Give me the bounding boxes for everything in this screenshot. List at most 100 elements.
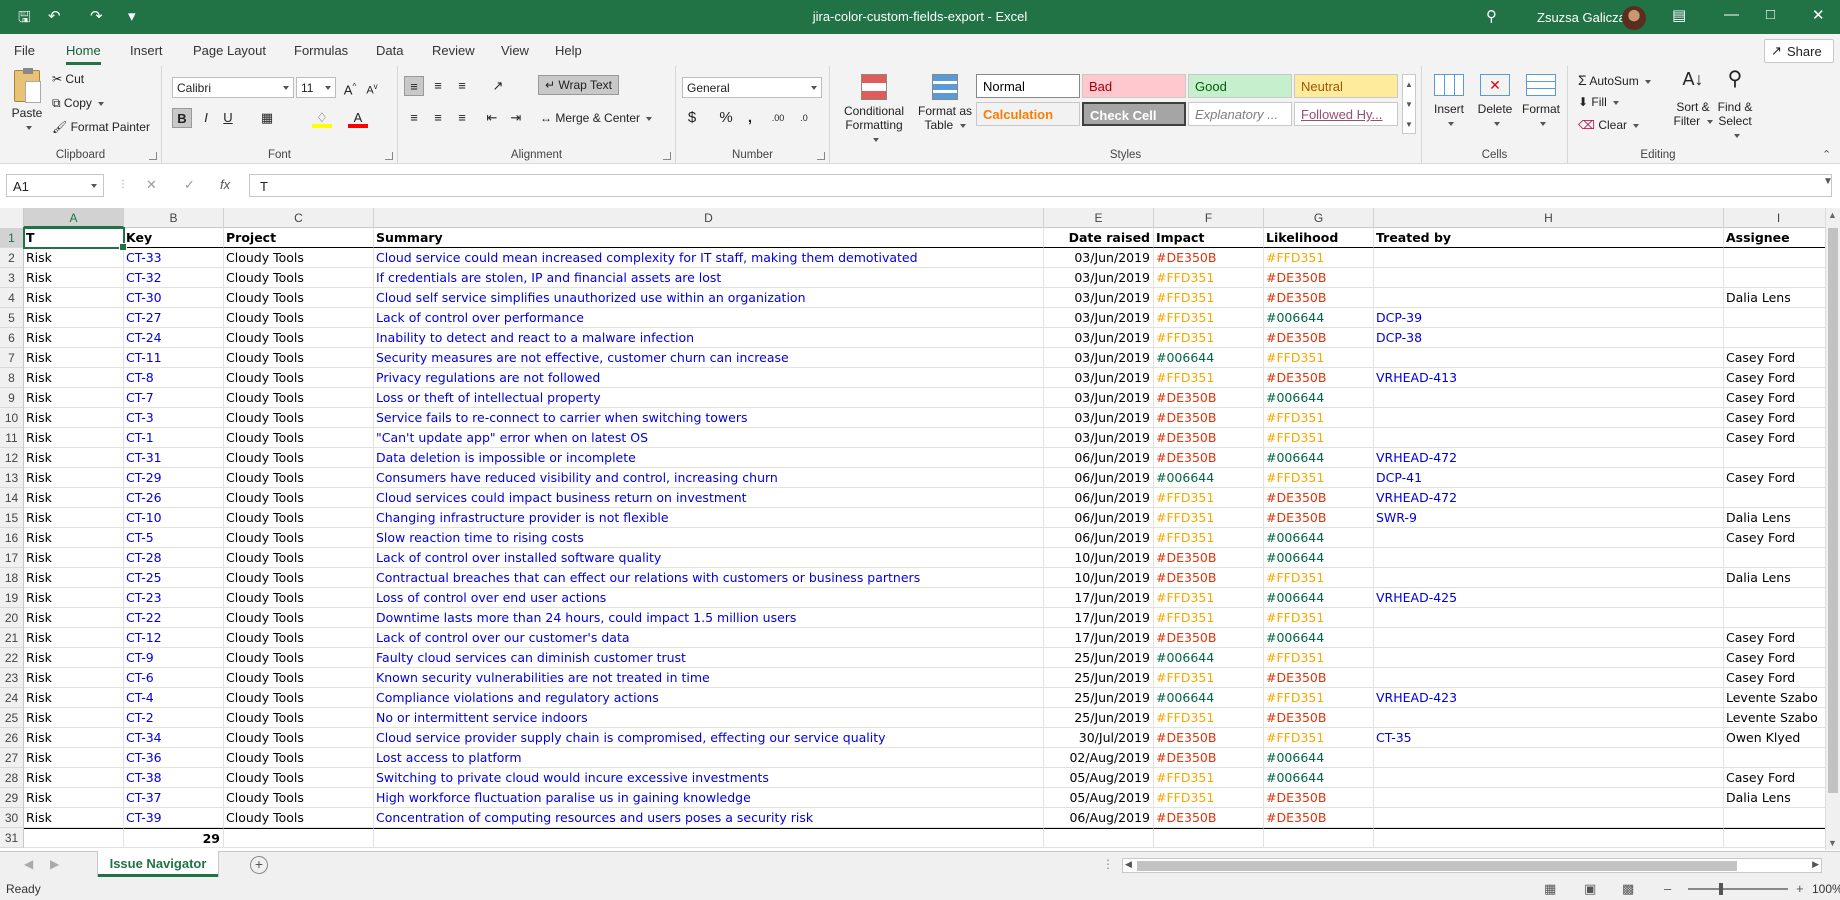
- row-header[interactable]: 14: [0, 488, 24, 508]
- cell-d[interactable]: Cloud services could impact business ret…: [374, 488, 1044, 508]
- row-header[interactable]: 5: [0, 308, 24, 328]
- cell-b[interactable]: CT-30: [124, 288, 224, 308]
- cell-a[interactable]: Risk: [24, 288, 124, 308]
- cell-h[interactable]: [1374, 608, 1724, 628]
- cell-e[interactable]: 03/Jun/2019: [1044, 348, 1154, 368]
- insert-function-icon[interactable]: fx: [220, 177, 230, 192]
- cell-d[interactable]: Inability to detect and react to a malwa…: [374, 328, 1044, 348]
- cell-e[interactable]: 03/Jun/2019: [1044, 428, 1154, 448]
- cell-c[interactable]: [224, 828, 374, 848]
- row-header[interactable]: 1: [0, 228, 24, 248]
- cell-e[interactable]: 06/Jun/2019: [1044, 508, 1154, 528]
- cell-h[interactable]: [1374, 768, 1724, 788]
- header-cell-d[interactable]: Summary: [374, 228, 1044, 248]
- cell-c[interactable]: Cloudy Tools: [224, 728, 374, 748]
- font-name-select[interactable]: Calibri: [172, 77, 294, 98]
- cell-c[interactable]: Cloudy Tools: [224, 468, 374, 488]
- row-header[interactable]: 19: [0, 588, 24, 608]
- cell-h[interactable]: DCP-38: [1374, 328, 1724, 348]
- cell-i[interactable]: Casey Ford: [1724, 768, 1825, 788]
- cell-g[interactable]: #FFD351: [1264, 728, 1374, 748]
- add-sheet-icon[interactable]: +: [250, 856, 268, 874]
- cell-b[interactable]: CT-6: [124, 668, 224, 688]
- row-header[interactable]: 24: [0, 688, 24, 708]
- cell-c[interactable]: Cloudy Tools: [224, 788, 374, 808]
- cell-i[interactable]: [1724, 268, 1825, 288]
- cell-a[interactable]: Risk: [24, 388, 124, 408]
- cell-b[interactable]: CT-9: [124, 648, 224, 668]
- cell-c[interactable]: Cloudy Tools: [224, 748, 374, 768]
- cell-b[interactable]: CT-10: [124, 508, 224, 528]
- cell-f[interactable]: #DE350B: [1154, 548, 1264, 568]
- cell-style-4[interactable]: Calculation: [976, 102, 1080, 126]
- cell-d[interactable]: Cloud self service simplifies unauthoriz…: [374, 288, 1044, 308]
- scroll-down-icon[interactable]: ▼: [1828, 838, 1837, 848]
- cell-f[interactable]: #DE350B: [1154, 248, 1264, 268]
- cell-b[interactable]: CT-11: [124, 348, 224, 368]
- cell-a[interactable]: Risk: [24, 368, 124, 388]
- cell-a[interactable]: Risk: [24, 268, 124, 288]
- cell-c[interactable]: Cloudy Tools: [224, 368, 374, 388]
- tab-home[interactable]: Home: [66, 43, 101, 65]
- user-name[interactable]: Zsuzsa Galicza: [1537, 10, 1626, 25]
- cell-h[interactable]: CT-35: [1374, 728, 1724, 748]
- cell-i[interactable]: Casey Ford: [1724, 348, 1825, 368]
- cell-f[interactable]: #006644: [1154, 348, 1264, 368]
- header-cell-i[interactable]: Assignee: [1724, 228, 1825, 248]
- cell-a[interactable]: Risk: [24, 748, 124, 768]
- tab-view[interactable]: View: [501, 43, 529, 58]
- cell-d[interactable]: Contractual breaches that can effect our…: [374, 568, 1044, 588]
- cell-d[interactable]: Privacy regulations are not followed: [374, 368, 1044, 388]
- cell-g[interactable]: #FFD351: [1264, 408, 1374, 428]
- cell-e[interactable]: [1044, 828, 1154, 848]
- increase-indent-icon[interactable]: ⇥: [506, 108, 526, 128]
- cell-a[interactable]: Risk: [24, 588, 124, 608]
- scroll-right-icon[interactable]: ▶: [1812, 859, 1819, 870]
- cell-c[interactable]: Cloudy Tools: [224, 408, 374, 428]
- column-header-e[interactable]: E: [1044, 208, 1154, 228]
- cell-i[interactable]: Dalia Lens: [1724, 788, 1825, 808]
- cell-e[interactable]: 17/Jun/2019: [1044, 588, 1154, 608]
- cell-d[interactable]: Known security vulnerabilities are not t…: [374, 668, 1044, 688]
- cell-g[interactable]: #006644: [1264, 448, 1374, 468]
- cell-f[interactable]: #006644: [1154, 688, 1264, 708]
- cell-h[interactable]: [1374, 648, 1724, 668]
- cell-i[interactable]: Dalia Lens: [1724, 288, 1825, 308]
- row-header[interactable]: 18: [0, 568, 24, 588]
- cell-a[interactable]: [24, 828, 124, 848]
- cell-d[interactable]: Downtime lasts more than 24 hours, could…: [374, 608, 1044, 628]
- cell-g[interactable]: #FFD351: [1264, 608, 1374, 628]
- zoom-level[interactable]: 100%: [1812, 882, 1840, 896]
- copy-button[interactable]: ⧉ Copy: [52, 96, 105, 111]
- cell-d[interactable]: Cloud service could mean increased compl…: [374, 248, 1044, 268]
- next-sheet-icon[interactable]: ▶: [50, 857, 59, 871]
- increase-font-icon[interactable]: A^: [340, 77, 360, 97]
- cell-i[interactable]: Casey Ford: [1724, 468, 1825, 488]
- tab-help[interactable]: Help: [555, 43, 582, 58]
- cell-f[interactable]: #DE350B: [1154, 728, 1264, 748]
- cell-h[interactable]: [1374, 788, 1724, 808]
- close-icon[interactable]: ✕: [1812, 6, 1825, 24]
- cell-a[interactable]: Risk: [24, 428, 124, 448]
- cell-i[interactable]: Dalia Lens: [1724, 568, 1825, 588]
- decrease-decimal-icon[interactable]: .0: [794, 108, 814, 128]
- align-right-icon[interactable]: ≡: [452, 108, 472, 128]
- cell-i[interactable]: Casey Ford: [1724, 648, 1825, 668]
- cell-i[interactable]: Casey Ford: [1724, 628, 1825, 648]
- cell-g[interactable]: #DE350B: [1264, 788, 1374, 808]
- cell-g[interactable]: #FFD351: [1264, 428, 1374, 448]
- cell-c[interactable]: Cloudy Tools: [224, 288, 374, 308]
- orientation-icon[interactable]: ↗: [488, 76, 508, 96]
- cell-e[interactable]: 06/Aug/2019: [1044, 808, 1154, 828]
- align-middle-icon[interactable]: ≡: [428, 76, 448, 96]
- cell-d[interactable]: Consumers have reduced visibility and co…: [374, 468, 1044, 488]
- cell-b[interactable]: CT-34: [124, 728, 224, 748]
- cell-h[interactable]: [1374, 748, 1724, 768]
- cell-b[interactable]: CT-39: [124, 808, 224, 828]
- cell-f[interactable]: #FFD351: [1154, 528, 1264, 548]
- row-header[interactable]: 25: [0, 708, 24, 728]
- cell-f[interactable]: [1154, 828, 1264, 848]
- cell-b[interactable]: CT-26: [124, 488, 224, 508]
- cell-g[interactable]: #006644: [1264, 768, 1374, 788]
- delete-cells-button[interactable]: ✕ Delete: [1474, 74, 1516, 130]
